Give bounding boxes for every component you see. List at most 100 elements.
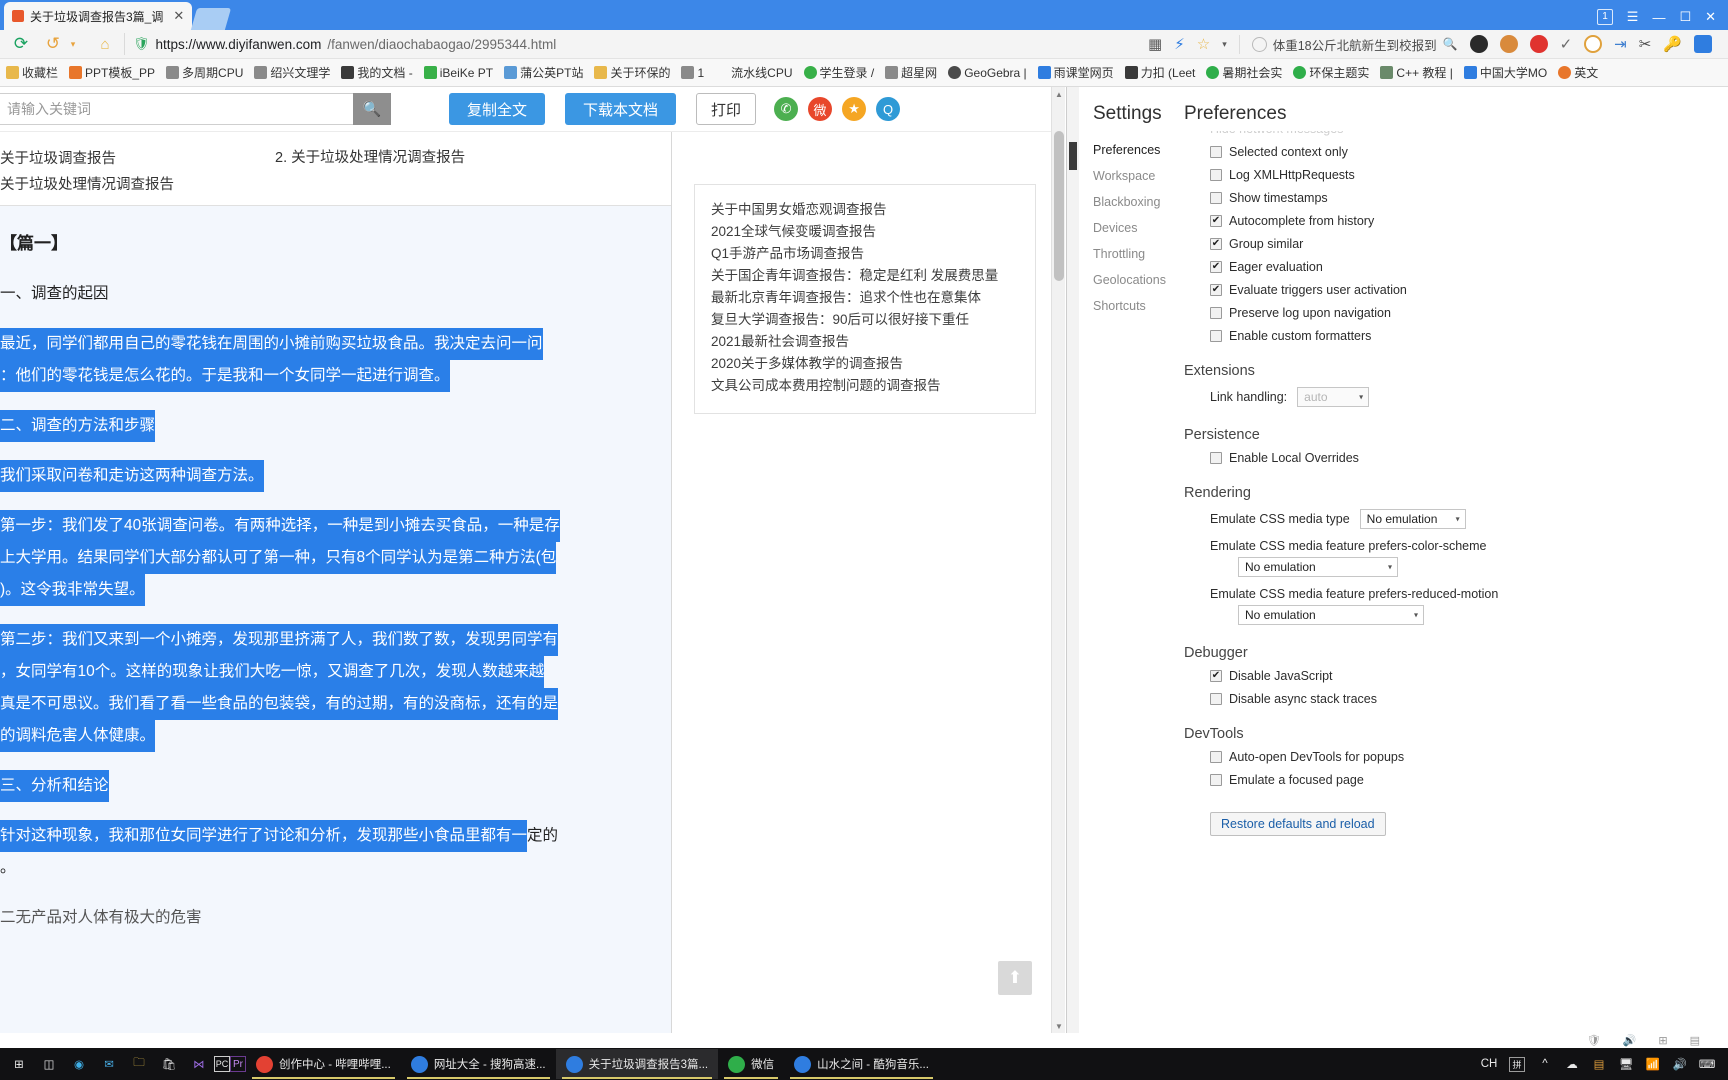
checkbox-icon[interactable]	[1210, 261, 1222, 273]
search-input[interactable]: 请输入关键词	[0, 93, 353, 125]
block-icon[interactable]	[1529, 35, 1548, 53]
translate-icon[interactable]	[1694, 35, 1712, 53]
back-caret-icon[interactable]: ▾	[60, 32, 86, 56]
bookmark-item[interactable]: C++ 教程 |	[1380, 64, 1453, 81]
checkbox-row[interactable]: Disable async stack traces	[1210, 692, 1728, 706]
reduced-motion-select[interactable]: No emulation ▾	[1238, 605, 1424, 625]
star-icon[interactable]: ★	[842, 97, 867, 121]
page-scrollbar[interactable]: ▲ ▼	[1051, 87, 1065, 1033]
monitor-icon[interactable]: 🖥	[1619, 1057, 1634, 1071]
related-article-link[interactable]: Q1手游产品市场调查报告	[711, 243, 1019, 265]
checkbox-icon[interactable]	[1210, 330, 1222, 342]
checkbox-row[interactable]: Selected context only	[1210, 145, 1728, 159]
key-icon[interactable]: 🔑	[1663, 35, 1682, 53]
checkbox-row[interactable]: Enable custom formatters	[1210, 329, 1728, 343]
color-scheme-select[interactable]: No emulation ▾	[1238, 557, 1398, 577]
site-search[interactable]: 请输入关键词 🔍	[0, 93, 391, 125]
check-icon[interactable]: ✓	[1560, 35, 1573, 53]
keyboard-icon[interactable]: ⌨	[1699, 1057, 1716, 1071]
chevron-down-icon[interactable]: ▾	[1222, 39, 1227, 50]
qrcode-icon[interactable]: ▦	[1148, 35, 1162, 53]
glasses-icon[interactable]	[1469, 35, 1488, 53]
target-icon[interactable]	[1584, 35, 1603, 53]
search-icon[interactable]: 🔍	[353, 93, 391, 125]
taskview-icon[interactable]: ◫	[34, 1049, 64, 1079]
checkbox-icon[interactable]	[1210, 284, 1222, 296]
checkbox-row[interactable]: Group similar	[1210, 237, 1728, 251]
bookmark-item[interactable]: 1	[681, 66, 704, 80]
settings-nav-geolocations[interactable]: Geolocations	[1093, 267, 1184, 293]
taskbar-app[interactable]: 创作中心 - 哔哩哔哩...	[246, 1049, 401, 1079]
devtools-scrollbar[interactable]	[1067, 87, 1079, 1033]
bookmark-item[interactable]: iBeiKe PT	[423, 66, 493, 80]
cloud-icon[interactable]: ☁	[1565, 1057, 1579, 1071]
weibo-icon[interactable]: 微	[808, 97, 833, 121]
checkbox-row[interactable]: Preserve log upon navigation	[1210, 306, 1728, 320]
bookmark-item[interactable]: 环保主题实	[1293, 64, 1369, 81]
pycharm-icon[interactable]: PC	[214, 1056, 230, 1072]
scrollbar-thumb[interactable]	[1054, 131, 1064, 281]
new-tab-button[interactable]	[191, 8, 232, 30]
bookmark-item[interactable]: 关于环保的	[594, 64, 670, 81]
related-article-link[interactable]: 关于国企青年调查报告：稳定是红利 发展费思量	[711, 265, 1019, 287]
checkbox-row[interactable]: Evaluate triggers user activation	[1210, 283, 1728, 297]
copy-all-button[interactable]: 复制全文	[449, 93, 546, 125]
scroll-up-icon[interactable]: ▲	[1052, 87, 1065, 101]
explorer-icon[interactable]: 🗀	[124, 1049, 154, 1079]
checkbox-icon[interactable]	[1210, 238, 1222, 250]
scroll-down-icon[interactable]: ▼	[1052, 1019, 1065, 1033]
checkbox-icon[interactable]	[1210, 693, 1222, 705]
taskbar-app[interactable]: 网址大全 - 搜狗高速...	[401, 1049, 556, 1079]
settings-nav-devices[interactable]: Devices	[1093, 215, 1184, 241]
checkbox-row[interactable]: Eager evaluation	[1210, 260, 1728, 274]
maximize-icon[interactable]: ☐	[1679, 9, 1691, 25]
mail-icon[interactable]: ✉	[94, 1049, 124, 1079]
reload-icon[interactable]: ⟳	[8, 32, 34, 56]
checkbox-row[interactable]: Disable JavaScript	[1210, 669, 1728, 683]
bookmark-star-icon[interactable]: ☆	[1197, 35, 1210, 53]
related-article-link[interactable]: 最新北京青年调查报告：追求个性也在意集体	[711, 287, 1019, 309]
checkbox-icon[interactable]	[1210, 751, 1222, 763]
search-icon[interactable]: 🔍	[1443, 37, 1458, 51]
related-article-link[interactable]: 关于中国男女婚恋观调查报告	[711, 199, 1019, 221]
settings-nav-throttling[interactable]: Throttling	[1093, 241, 1184, 267]
checkbox-icon[interactable]	[1210, 452, 1222, 464]
checkbox-row[interactable]: Autocomplete from history	[1210, 214, 1728, 228]
ime-lang-icon[interactable]: CH	[1481, 1057, 1498, 1071]
minimize-icon[interactable]: —	[1652, 10, 1665, 25]
volume-icon[interactable]: 🔊	[1673, 1057, 1687, 1071]
bookmark-item[interactable]: 雨课堂网页	[1037, 64, 1114, 81]
profile-badge[interactable]: 1	[1597, 9, 1613, 25]
scissors-icon[interactable]: ✂	[1639, 35, 1652, 53]
checkbox-icon[interactable]	[1210, 146, 1222, 158]
taskbar-app[interactable]: 微信	[718, 1049, 784, 1079]
bookmark-item[interactable]: 蒲公英PT站	[504, 64, 583, 81]
related-article-link[interactable]: 复旦大学调查报告：90后可以很好接下重任	[711, 309, 1019, 331]
restore-defaults-button[interactable]: Restore defaults and reload	[1210, 812, 1386, 836]
taskbar-app[interactable]: 关于垃圾调查报告3篇...	[555, 1049, 719, 1079]
checkbox-row[interactable]: Enable Local Overrides	[1210, 451, 1728, 465]
bookmark-item[interactable]: 力扣 (Leet	[1124, 64, 1195, 81]
tray-expand-icon[interactable]: ^	[1538, 1057, 1552, 1071]
sogou-search-box[interactable]: 体重18公斤北航新生到校报到 🔍	[1238, 34, 1458, 54]
bookmark-item[interactable]: 多周期CPU	[166, 64, 243, 81]
bookmark-item[interactable]: 绍兴文理学	[254, 64, 330, 81]
settings-nav-blackboxing[interactable]: Blackboxing	[1093, 189, 1184, 215]
related-article-link[interactable]: 2020关于多媒体教学的调查报告	[711, 353, 1019, 375]
bookmark-item[interactable]: 超星网	[885, 64, 937, 81]
address-bar[interactable]: 🛡 https://www.diyifanwen.com /fanwen/dia…	[124, 33, 1054, 55]
checkbox-row[interactable]: Emulate a focused page	[1210, 773, 1728, 787]
related-article-link[interactable]: 2021最新社会调查报告	[711, 331, 1019, 353]
bookmark-item[interactable]: 中国大学MO	[1463, 64, 1547, 81]
checkbox-row[interactable]: Show timestamps	[1210, 191, 1728, 205]
bookmark-item[interactable]: 我的文档 -	[341, 64, 413, 81]
checkbox-icon[interactable]	[1210, 192, 1222, 204]
vscode-icon[interactable]: ⋈	[184, 1049, 214, 1079]
wifi-icon[interactable]: 📶	[1646, 1057, 1660, 1071]
bookmark-item[interactable]: GeoGebra |	[948, 66, 1027, 80]
window-close-icon[interactable]: ✕	[1705, 9, 1716, 25]
link-handling-select[interactable]: auto ▾	[1297, 387, 1370, 407]
back-to-top-button[interactable]: ⬆	[998, 961, 1032, 995]
related-article-link[interactable]: 2021全球气候变暖调查报告	[711, 221, 1019, 243]
ime-mode-icon[interactable]: 拼	[1509, 1056, 1525, 1072]
